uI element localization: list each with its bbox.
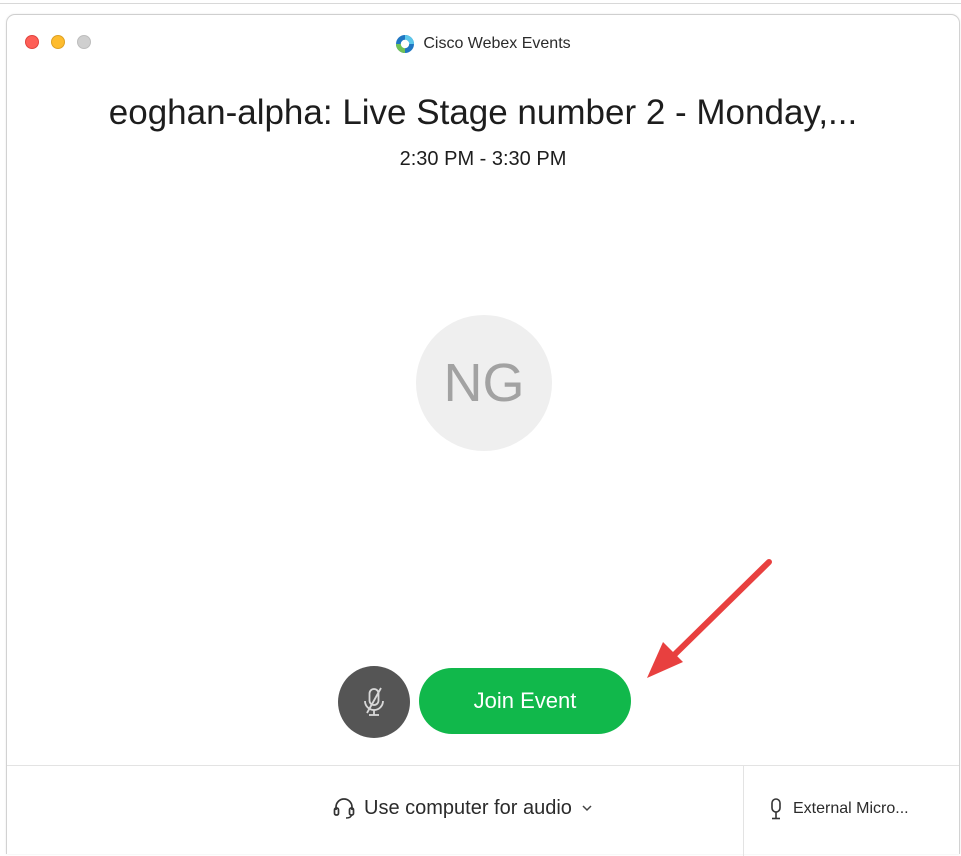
avatar: NG bbox=[416, 315, 552, 451]
window-title: Cisco Webex Events bbox=[7, 34, 959, 54]
microphone-select[interactable]: External Micro... bbox=[769, 797, 909, 821]
meeting-time: 2:30 PM - 3:30 PM bbox=[399, 148, 567, 170]
chevron-down-icon bbox=[580, 803, 594, 813]
microphone-label: External Micro... bbox=[793, 800, 909, 817]
webex-logo-icon bbox=[395, 34, 415, 54]
webex-window: Cisco Webex Events eoghan-alpha: Live St… bbox=[6, 14, 960, 856]
avatar-initials: NG bbox=[443, 353, 525, 413]
screenshot-top-edge bbox=[0, 3, 961, 4]
titlebar: Cisco Webex Events bbox=[7, 15, 959, 57]
mute-button[interactable] bbox=[338, 666, 410, 738]
microphone-muted-icon bbox=[361, 686, 387, 718]
join-event-button[interactable]: Join Event bbox=[419, 668, 631, 734]
audio-footer: Use computer for audio External Micro... bbox=[7, 765, 959, 856]
audio-connection-label: Use computer for audio bbox=[364, 796, 572, 819]
headset-icon bbox=[332, 796, 356, 820]
meeting-title: eoghan-alpha: Live Stage number 2 - Mond… bbox=[108, 93, 858, 132]
footer-divider bbox=[743, 766, 744, 856]
window-title-text: Cisco Webex Events bbox=[423, 35, 571, 52]
annotation-arrow-icon bbox=[647, 559, 772, 678]
audio-connection-select[interactable]: Use computer for audio bbox=[332, 796, 594, 820]
microphone-icon bbox=[769, 797, 783, 821]
